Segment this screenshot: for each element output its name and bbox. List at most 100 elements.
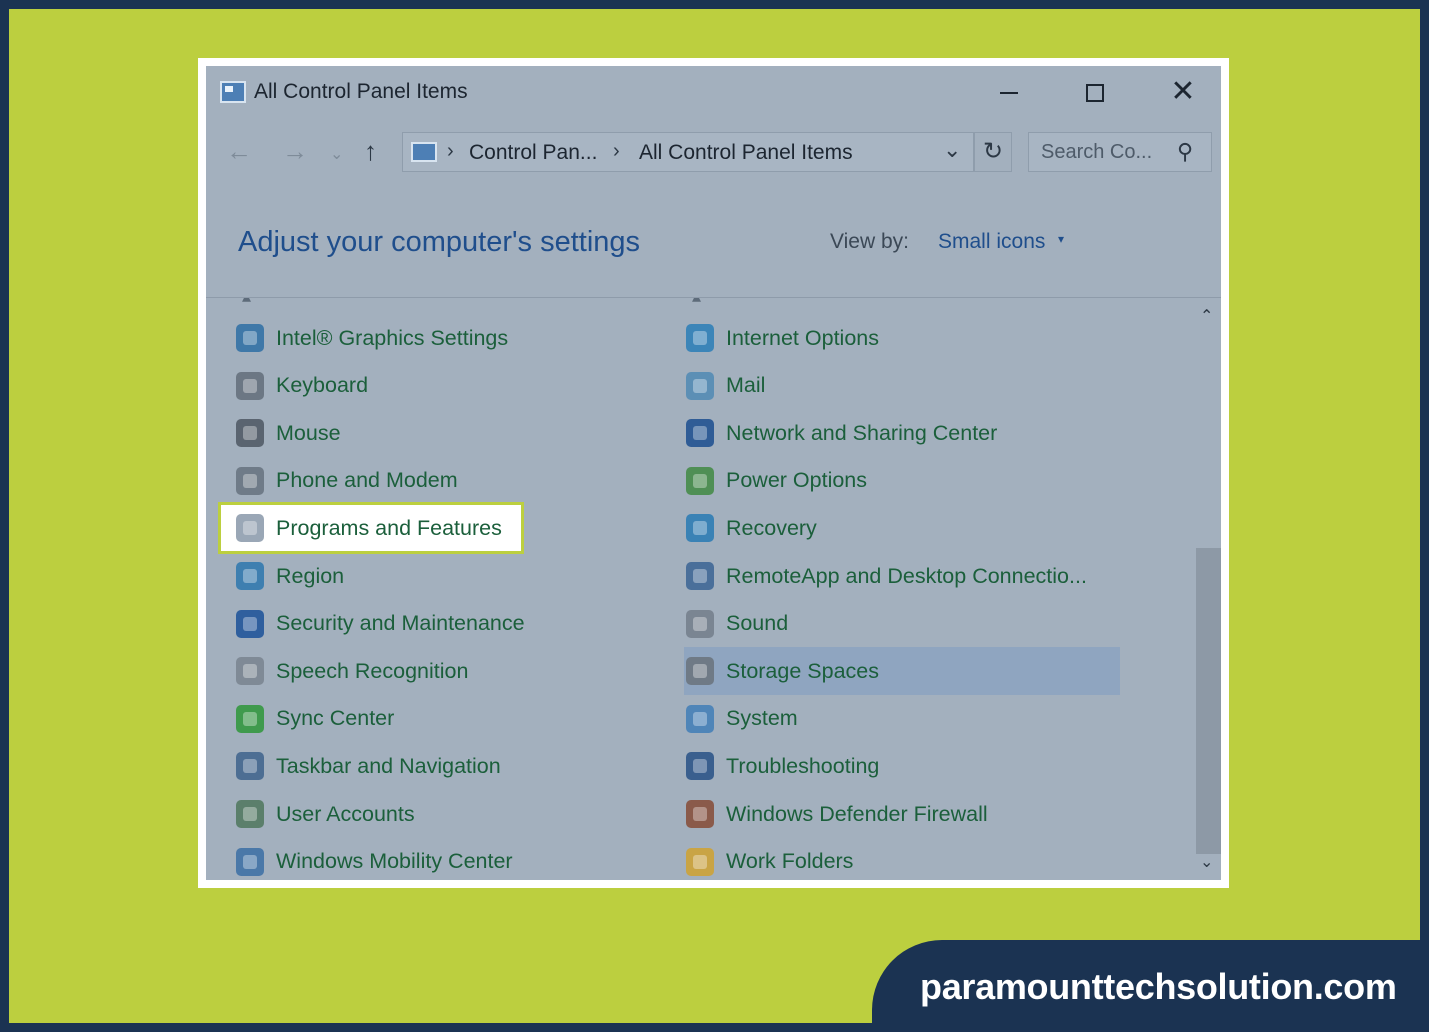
control-panel-item[interactable]: Speech Recognition — [236, 651, 468, 691]
forward-button[interactable]: → — [282, 136, 308, 167]
control-panel-item-label: Security and Maintenance — [276, 611, 525, 636]
network-icon — [686, 419, 714, 448]
control-panel-item[interactable]: Phone and Modem — [236, 461, 458, 501]
control-panel-item-label: System — [726, 706, 798, 731]
phone-modem-icon — [236, 466, 264, 495]
control-panel-item[interactable]: Windows Mobility Center — [236, 842, 513, 880]
search-icon[interactable]: ⚲ — [1177, 139, 1193, 165]
address-dropdown-icon[interactable]: ⌄ — [943, 137, 961, 163]
troubleshooting-icon — [686, 752, 714, 781]
brand-url: paramounttechsolution.com — [920, 966, 1397, 1007]
mobility-icon — [236, 847, 264, 876]
control-panel-item-label: Recovery — [726, 515, 817, 540]
control-panel-item-label: Programs and Features — [276, 515, 502, 540]
control-panel-item-label: RemoteApp and Desktop Connectio... — [726, 563, 1087, 588]
control-panel-item[interactable]: Mouse — [236, 413, 341, 453]
control-panel-item[interactable]: Work Folders — [686, 842, 853, 880]
control-panel-item-label: Windows Mobility Center — [276, 849, 513, 874]
control-panel-item[interactable]: RemoteApp and Desktop Connectio... — [686, 556, 1087, 596]
maximize-icon — [1086, 83, 1104, 102]
intel-graphics-icon — [236, 324, 264, 352]
control-panel-item-label: Speech Recognition — [276, 658, 469, 683]
control-panel-item-label: Mail — [726, 373, 766, 398]
minimize-icon — [1000, 91, 1018, 94]
view-by-dropdown[interactable]: Small icons — [938, 230, 1045, 254]
caret-down-icon[interactable]: ▾ — [1058, 232, 1064, 246]
mail-icon — [686, 371, 714, 400]
control-panel-item-label: Troubleshooting — [726, 753, 880, 778]
up-button[interactable]: ↑ — [364, 136, 377, 167]
control-panel-item[interactable]: Power Options — [686, 461, 867, 501]
control-panel-items: ▴ ▴ Intel® Graphics Settings Keyboard Mous… — [206, 298, 1196, 880]
microphone-icon — [236, 657, 264, 686]
control-panel-item[interactable]: User Accounts — [236, 794, 415, 834]
users-icon — [236, 800, 264, 828]
control-panel-item[interactable]: Keyboard — [236, 366, 368, 406]
window-title: All Control Panel Items — [254, 80, 468, 103]
address-bar[interactable]: › Control Pan... › All Control Panel Ite… — [402, 132, 974, 172]
control-panel-item[interactable]: Network and Sharing Center — [686, 413, 997, 453]
control-panel-item[interactable]: Troubleshooting — [686, 746, 879, 786]
control-panel-window: All Control Panel Items ✕ ← → ⌄ ↑ › Cont… — [198, 58, 1229, 888]
window-body: All Control Panel Items ✕ ← → ⌄ ↑ › Cont… — [206, 66, 1221, 880]
control-panel-item-label: Windows Defender Firewall — [726, 801, 988, 826]
control-panel-icon — [220, 81, 246, 103]
sync-icon — [236, 704, 264, 733]
scroll-thumb[interactable] — [1196, 548, 1221, 854]
control-panel-item[interactable]: Internet Options — [686, 318, 879, 358]
control-panel-item-label: Phone and Modem — [276, 468, 458, 493]
control-panel-item[interactable]: System — [686, 699, 798, 739]
control-panel-item-label: Region — [276, 563, 345, 588]
region-globe-icon — [236, 562, 264, 590]
control-panel-item[interactable]: Recovery — [686, 508, 817, 548]
control-panel-item-label: Network and Sharing Center — [726, 420, 998, 445]
minimize-button[interactable] — [986, 74, 1032, 110]
back-button[interactable]: ← — [226, 136, 252, 167]
keyboard-icon — [236, 371, 264, 400]
control-panel-item-label: User Accounts — [276, 801, 415, 826]
scroll-down-icon[interactable]: ⌄ — [1200, 852, 1213, 872]
maximize-button[interactable] — [1072, 74, 1118, 110]
power-icon — [686, 466, 714, 495]
breadcrumb-control-panel[interactable]: Control Pan... — [469, 141, 597, 165]
work-folders-icon — [686, 847, 714, 876]
partial-item-icon: ▴ — [692, 298, 701, 307]
view-by-label: View by: — [830, 230, 909, 253]
control-panel-item-label: Intel® Graphics Settings — [276, 325, 509, 350]
page-title: Adjust your computer's settings — [238, 226, 641, 258]
flag-icon — [236, 609, 264, 638]
breadcrumb-separator-icon[interactable]: › — [613, 140, 620, 163]
refresh-button[interactable]: ↻ — [974, 132, 1012, 172]
storage-icon — [686, 657, 714, 686]
control-panel-item[interactable]: Windows Defender Firewall — [686, 794, 988, 834]
control-panel-item[interactable]: Taskbar and Navigation — [236, 746, 501, 786]
control-panel-item-label: Keyboard — [276, 373, 369, 398]
control-panel-item[interactable]: Storage Spaces — [684, 647, 1120, 696]
control-panel-item[interactable]: Sound — [686, 604, 788, 644]
search-box[interactable]: ⚲ — [1028, 132, 1212, 172]
control-panel-item[interactable]: Region — [236, 556, 344, 596]
breadcrumb-separator-icon[interactable]: › — [447, 140, 454, 163]
remoteapp-icon — [686, 562, 714, 590]
control-panel-item[interactable]: Programs and Features — [218, 502, 524, 555]
control-panel-item[interactable]: Security and Maintenance — [236, 604, 525, 644]
search-input[interactable] — [1029, 133, 1175, 171]
control-panel-item[interactable]: Sync Center — [236, 699, 394, 739]
scroll-up-icon[interactable]: ⌃ — [1200, 306, 1213, 326]
close-button[interactable]: ✕ — [1160, 74, 1206, 110]
speaker-icon — [686, 609, 714, 638]
breadcrumb-all-items[interactable]: All Control Panel Items — [639, 141, 853, 165]
firewall-icon — [686, 800, 714, 828]
control-panel-item-label: Mouse — [276, 420, 341, 445]
control-panel-item-label: Internet Options — [726, 325, 879, 350]
internet-options-icon — [686, 324, 714, 352]
recovery-icon — [686, 514, 714, 543]
recent-locations-button[interactable]: ⌄ — [330, 144, 343, 164]
mouse-icon — [236, 419, 264, 448]
control-panel-item-label: Sound — [726, 611, 789, 636]
control-panel-item[interactable]: Mail — [686, 366, 765, 406]
control-panel-item-label: Work Folders — [726, 849, 854, 874]
vertical-scrollbar[interactable]: ⌃ ⌄ — [1196, 298, 1221, 880]
partial-item-icon: ▴ — [242, 298, 251, 307]
control-panel-item[interactable]: Intel® Graphics Settings — [236, 318, 508, 358]
